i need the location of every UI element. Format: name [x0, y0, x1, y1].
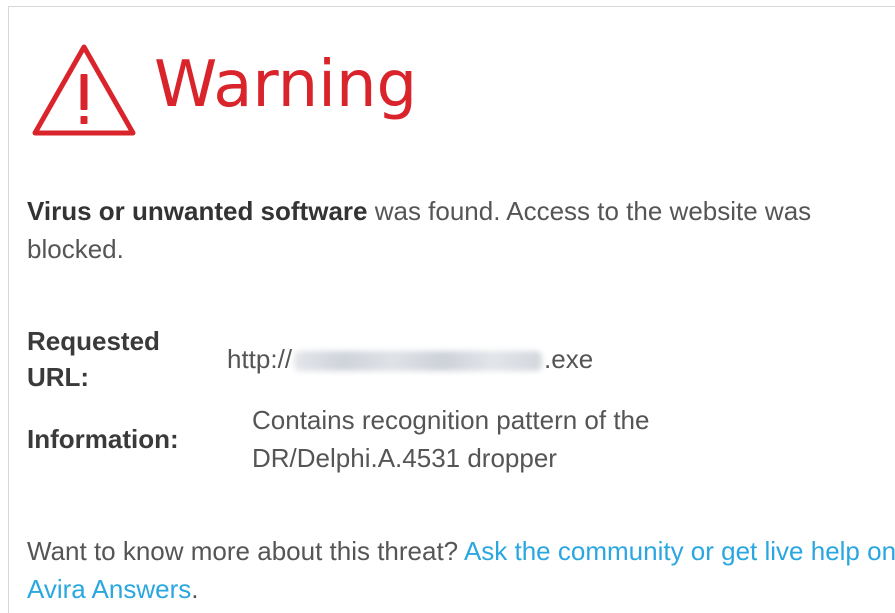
learn-more-prompt: Want to know more about this threat?	[27, 536, 464, 566]
threat-type: Virus or unwanted software	[27, 196, 368, 226]
information-row: Information: Contains recognition patter…	[27, 401, 752, 477]
information-label: Information:	[27, 424, 179, 454]
redacted-url-part	[294, 351, 543, 372]
requested-url-value: http:// .exe	[227, 340, 593, 378]
information-value: Contains recognition pattern of the DR/D…	[252, 405, 650, 473]
url-suffix: .exe	[544, 344, 594, 374]
page-title: Warning	[154, 48, 418, 122]
learn-more-end: .	[191, 574, 199, 604]
warning-panel: Warning Virus or unwanted software was f…	[8, 6, 895, 613]
block-message: Virus or unwanted software was found. Ac…	[27, 192, 895, 268]
requested-url-label: Requested URL:	[27, 326, 160, 392]
learn-more-text: Want to know more about this threat? Ask…	[27, 532, 895, 608]
url-prefix: http://	[227, 344, 293, 374]
requested-url-row: Requested URL: http:// .exe	[27, 323, 593, 395]
warning-triangle-icon	[32, 44, 136, 136]
